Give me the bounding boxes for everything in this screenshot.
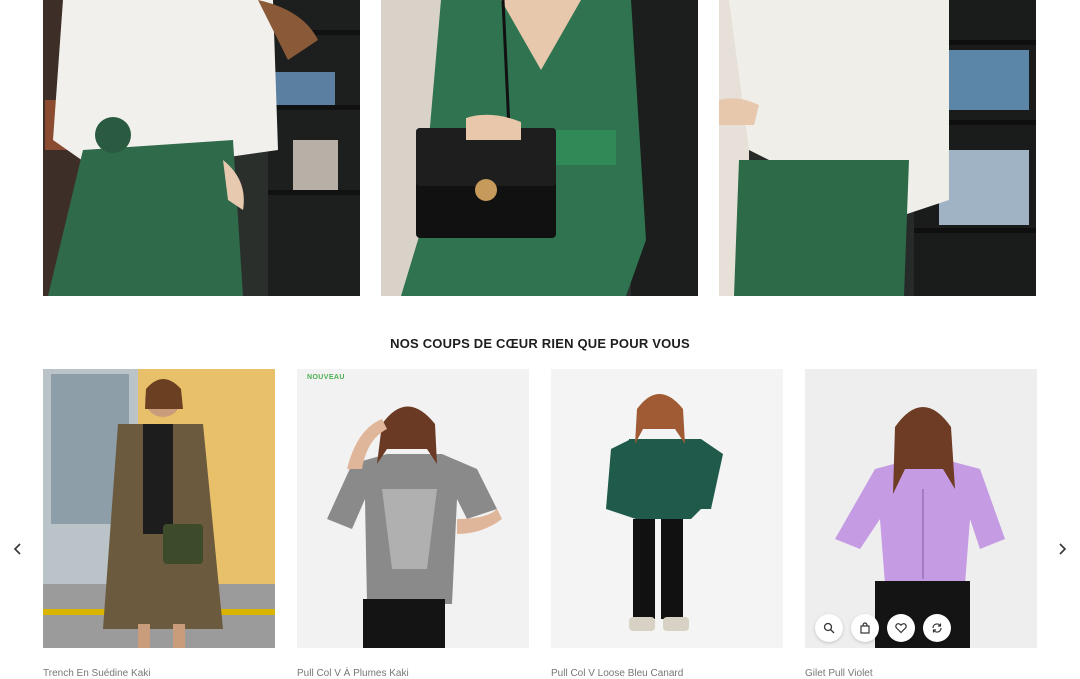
wishlist-button[interactable] (887, 614, 915, 642)
quick-view-button[interactable] (815, 614, 843, 642)
product-card[interactable]: Gilet Pull Violet (805, 369, 1037, 679)
product-name[interactable]: Pull Col V À Plumes Kaki (297, 668, 409, 679)
product-card[interactable]: NOUVEAU Pull Col V À Plumes Kaki (297, 369, 529, 679)
green-dress-black-bag-photo (381, 0, 698, 296)
product-name[interactable]: Pull Col V Loose Bleu Canard (551, 668, 683, 679)
chevron-left-icon (14, 543, 21, 555)
lookbook-photo-3[interactable] (719, 0, 1036, 296)
compare-icon (932, 623, 942, 633)
product-name[interactable]: Trench En Suédine Kaki (43, 668, 150, 679)
white-sweater-green-skirt-photo (43, 0, 360, 296)
search-icon (823, 622, 835, 634)
product-image[interactable] (551, 369, 783, 648)
lookbook-photo-1[interactable] (43, 0, 360, 296)
grey-tshirt-photo (297, 369, 529, 648)
product-name[interactable]: Gilet Pull Violet (805, 668, 873, 679)
product-image[interactable] (805, 369, 1037, 648)
product-actions (815, 614, 951, 642)
lilac-cardigan-photo (805, 369, 1037, 648)
teal-sweater-photo (551, 369, 783, 648)
chevron-right-icon (1059, 543, 1066, 555)
section-title: NOS COUPS DE CŒUR RIEN QUE POUR VOUS (390, 336, 690, 351)
heart-icon (895, 623, 907, 634)
white-sweater-floral-skirt-photo (719, 0, 1036, 296)
khaki-trench-photo (43, 369, 275, 648)
product-card[interactable]: Pull Col V Loose Bleu Canard (551, 369, 783, 679)
cart-icon (860, 622, 870, 634)
carousel-prev-button[interactable] (10, 540, 26, 558)
new-badge: NOUVEAU (307, 374, 345, 381)
product-image[interactable]: NOUVEAU (297, 369, 529, 648)
product-card[interactable]: Trench En Suédine Kaki (43, 369, 275, 679)
add-to-cart-button[interactable] (851, 614, 879, 642)
compare-button[interactable] (923, 614, 951, 642)
product-image[interactable] (43, 369, 275, 648)
carousel-next-button[interactable] (1054, 540, 1070, 558)
lookbook-photo-2[interactable] (381, 0, 698, 296)
